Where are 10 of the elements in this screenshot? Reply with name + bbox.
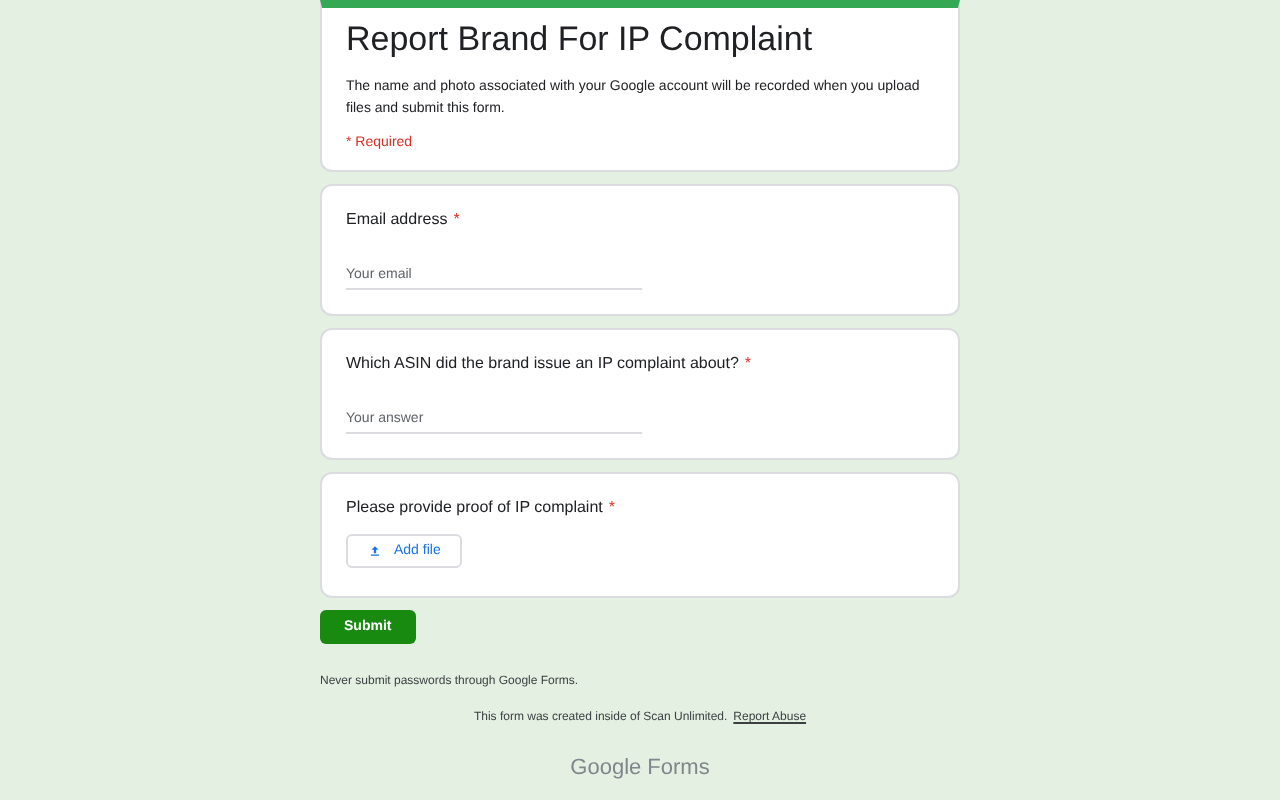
question-label: Email address: [346, 210, 448, 228]
question-label: Please provide proof of IP complaint: [346, 498, 603, 516]
upload-icon: [368, 544, 382, 558]
required-mark: *: [453, 210, 460, 228]
form-title: Report Brand For IP Complaint: [346, 20, 815, 60]
question-label: Which ASIN did the brand issue an IP complaint about?: [346, 354, 739, 372]
required-mark: *: [744, 354, 752, 372]
required-mark: *: [608, 498, 615, 516]
google-wordmark: Google: [570, 756, 642, 780]
forms-wordmark: Forms: [647, 756, 710, 780]
